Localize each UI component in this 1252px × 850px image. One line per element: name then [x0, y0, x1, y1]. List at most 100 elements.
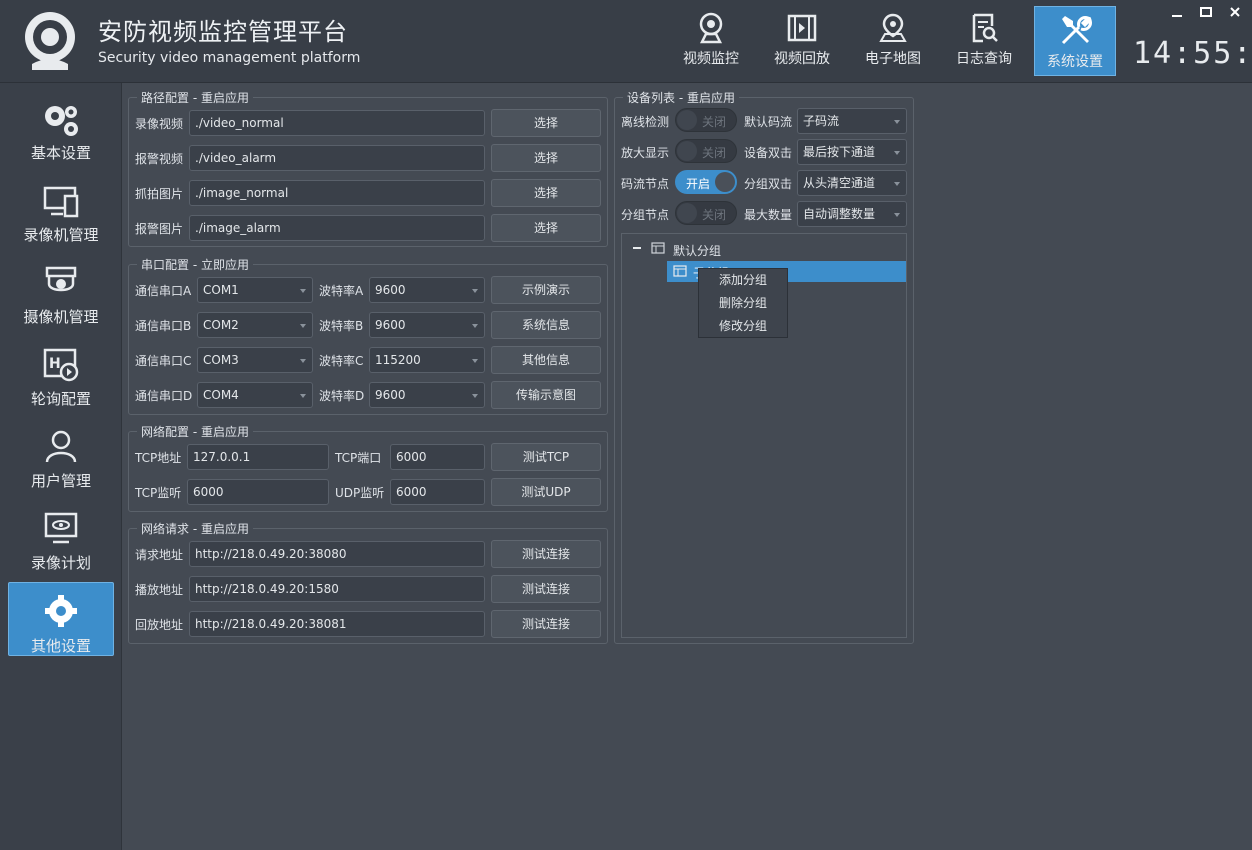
test-connection-button[interactable]: 测试连接	[491, 610, 601, 638]
tcp-port-label: TCP端口	[335, 451, 382, 465]
user-icon	[45, 430, 77, 463]
sidebar-item-recorder-management[interactable]: 录像机管理	[8, 172, 114, 246]
max-count-label: 最大数量	[744, 208, 793, 222]
tcp-port-input[interactable]: 6000	[390, 444, 485, 470]
sidebar-item-other-settings[interactable]: 其他设置	[8, 582, 114, 656]
demo-button[interactable]: 示例演示	[491, 276, 601, 304]
test-tcp-button[interactable]: 测试TCP	[491, 443, 601, 471]
select-button[interactable]: 选择	[491, 214, 601, 242]
baud-select[interactable]: 9600	[369, 382, 485, 408]
zoom-display-toggle[interactable]: 关闭	[675, 139, 737, 163]
offline-detect-label: 离线检测	[621, 115, 670, 129]
menu-item-edit-group[interactable]: 修改分组	[699, 315, 787, 338]
film-icon	[787, 14, 817, 42]
nav-log-query[interactable]: 日志查询	[943, 6, 1025, 76]
sidebar-item-label: 基本设置	[30, 144, 91, 162]
baud-select[interactable]: 115200	[369, 347, 485, 373]
stream-node-toggle[interactable]: 开启	[675, 170, 737, 194]
nav-electronic-map[interactable]: 电子地图	[852, 6, 934, 76]
app-title: 安防视频监控管理平台	[98, 18, 348, 46]
transfer-diagram-button[interactable]: 传输示意图	[491, 381, 601, 409]
sidebar-item-camera-management[interactable]: 摄像机管理	[8, 254, 114, 328]
group-node-label: 分组节点	[621, 208, 670, 222]
sidebar-item-basic-settings[interactable]: 基本设置	[8, 90, 114, 164]
device-double-click-label: 设备双击	[744, 146, 793, 160]
path-label: 录像视频	[135, 117, 184, 131]
gear-icon	[45, 595, 77, 627]
nav-label: 视频回放	[774, 51, 830, 67]
path-input[interactable]: ./image_alarm	[189, 215, 485, 241]
udp-listen-input[interactable]: 6000	[390, 479, 485, 505]
context-menu: 添加分组 删除分组 修改分组	[698, 268, 788, 338]
playback-url-input[interactable]: http://218.0.49.20:38081	[189, 611, 485, 637]
baud-select[interactable]: 9600	[369, 312, 485, 338]
collapse-icon[interactable]	[633, 247, 641, 249]
webcam-logo-icon	[25, 12, 75, 70]
tcp-address-label: TCP地址	[135, 451, 182, 465]
baud-select[interactable]: 9600	[369, 277, 485, 303]
request-url-input[interactable]: http://218.0.49.20:38080	[189, 541, 485, 567]
close-icon[interactable]	[1228, 5, 1242, 19]
default-stream-label: 默认码流	[744, 115, 793, 129]
dome-camera-icon	[45, 266, 77, 292]
system-info-button[interactable]: 系统信息	[491, 311, 601, 339]
max-count-select[interactable]: 自动调整数量	[797, 201, 907, 227]
tcp-address-input[interactable]: 127.0.0.1	[187, 444, 329, 470]
serial-port-label: 通信串口B	[135, 319, 192, 333]
select-button[interactable]: 选择	[491, 179, 601, 207]
group-node-toggle[interactable]: 关闭	[675, 201, 737, 225]
test-udp-button[interactable]: 测试UDP	[491, 478, 601, 506]
sidebar-item-record-plan[interactable]: 录像计划	[8, 500, 114, 574]
baud-label: 波特率C	[319, 354, 364, 368]
tcp-listen-label: TCP监听	[135, 486, 182, 500]
serial-port-label: 通信串口D	[135, 389, 193, 403]
serial-port-select[interactable]: COM2	[197, 312, 313, 338]
other-info-button[interactable]: 其他信息	[491, 346, 601, 374]
stream-node-label: 码流节点	[621, 177, 670, 191]
baud-label: 波特率D	[319, 389, 365, 403]
url-label: 回放地址	[135, 618, 184, 632]
group-title: 串口配置 - 立即应用	[137, 256, 253, 273]
nav-system-settings[interactable]: 系统设置	[1034, 6, 1116, 76]
group-double-click-label: 分组双击	[744, 177, 793, 191]
path-input[interactable]: ./image_normal	[189, 180, 485, 206]
baud-label: 波特率B	[319, 319, 364, 333]
sidebar-item-label: 轮询配置	[30, 390, 91, 408]
select-button[interactable]: 选择	[491, 144, 601, 172]
test-connection-button[interactable]: 测试连接	[491, 540, 601, 568]
test-connection-button[interactable]: 测试连接	[491, 575, 601, 603]
maximize-icon[interactable]	[1199, 5, 1213, 19]
sidebar-item-label: 其他设置	[30, 637, 91, 655]
serial-port-select[interactable]: COM3	[197, 347, 313, 373]
default-stream-select[interactable]: 子码流	[797, 108, 907, 134]
nav-video-playback[interactable]: 视频回放	[761, 6, 843, 76]
group-title: 网络请求 - 重启应用	[137, 520, 253, 537]
tree-root-label[interactable]: 默认分组	[673, 242, 721, 259]
select-button[interactable]: 选择	[491, 109, 601, 137]
nav-label: 日志查询	[956, 51, 1012, 67]
log-search-icon	[972, 13, 998, 43]
menu-item-delete-group[interactable]: 删除分组	[699, 292, 787, 315]
minimize-icon[interactable]	[1170, 5, 1184, 19]
sidebar-item-polling-config[interactable]: H 轮询配置	[8, 336, 114, 410]
device-double-click-select[interactable]: 最后按下通道	[797, 139, 907, 165]
path-input[interactable]: ./video_normal	[189, 110, 485, 136]
tcp-listen-input[interactable]: 6000	[187, 479, 329, 505]
sidebar-item-user-management[interactable]: 用户管理	[8, 418, 114, 492]
group-folder-icon	[651, 242, 665, 254]
serial-port-select[interactable]: COM4	[197, 382, 313, 408]
map-pin-icon	[879, 13, 907, 42]
group-double-click-select[interactable]: 从头清空通道	[797, 170, 907, 196]
group-title: 网络配置 - 重启应用	[137, 423, 253, 440]
recorder-icon	[43, 186, 79, 218]
serial-port-select[interactable]: COM1	[197, 277, 313, 303]
group-title: 路径配置 - 重启应用	[137, 89, 253, 106]
nav-label: 视频监控	[683, 51, 739, 67]
menu-item-add-group[interactable]: 添加分组	[699, 269, 787, 292]
gears-icon	[45, 106, 78, 136]
offline-detect-toggle[interactable]: 关闭	[675, 108, 737, 132]
play-url-input[interactable]: http://218.0.49.20:1580	[189, 576, 485, 602]
nav-video-monitor[interactable]: 视频监控	[670, 6, 752, 76]
path-label: 抓拍图片	[135, 187, 184, 201]
path-input[interactable]: ./video_alarm	[189, 145, 485, 171]
